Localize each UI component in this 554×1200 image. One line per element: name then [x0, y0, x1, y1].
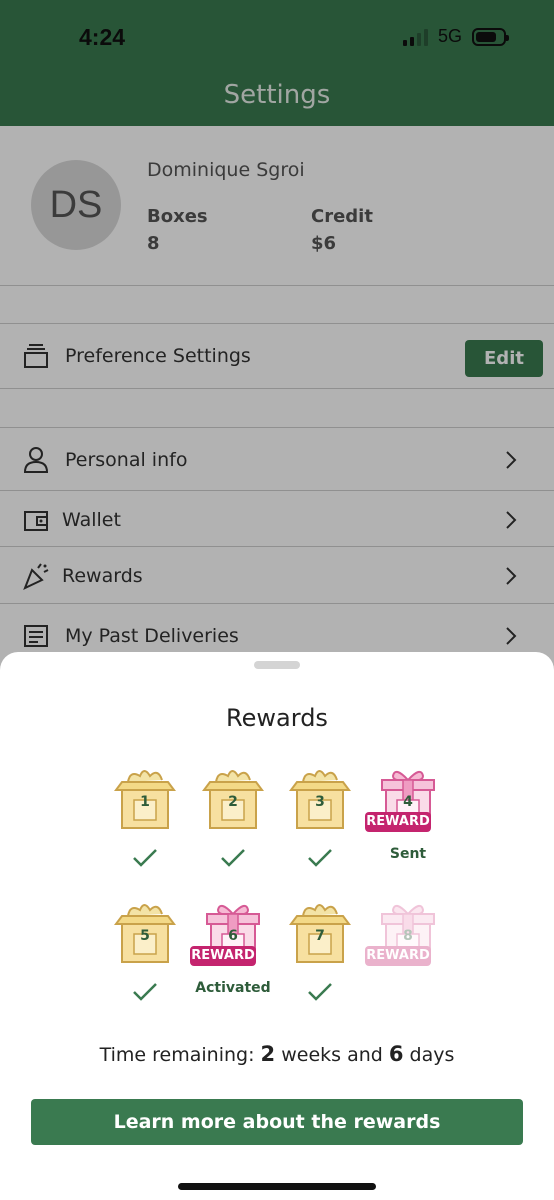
reward-status: Sent	[389, 846, 427, 862]
home-indicator	[178, 1183, 376, 1190]
time-remaining: Time remaining: 2 weeks and 6 days	[0, 1042, 554, 1066]
box-number: 3	[315, 794, 325, 810]
reward-status: Activated	[195, 980, 271, 996]
rewards-sheet: Rewards 1 2 3 4 REWARD Sent 5 6 REWARD Activated 7…	[0, 652, 554, 1200]
sheet-grabber[interactable]	[254, 661, 300, 669]
delivery-box-7: 7	[285, 898, 355, 968]
checkmark-icon	[307, 982, 333, 1002]
reward-badge: REWARD	[365, 946, 431, 966]
sheet-title: Rewards	[226, 704, 328, 732]
box-number: 8	[403, 928, 413, 944]
reward-gift-4: 4 REWARD	[365, 764, 443, 834]
delivery-box-3: 3	[285, 764, 355, 834]
time-days-label: days	[403, 1044, 455, 1066]
time-days: 6	[388, 1042, 404, 1066]
reward-badge: REWARD	[365, 812, 431, 832]
box-number: 5	[140, 928, 150, 944]
box-number: 7	[315, 928, 325, 944]
reward-gift-6: 6 REWARD	[190, 898, 268, 968]
time-weeks: 2	[260, 1042, 276, 1066]
learn-more-button[interactable]: Learn more about the rewards	[31, 1099, 523, 1145]
checkmark-icon	[220, 848, 246, 868]
checkmark-icon	[132, 982, 158, 1002]
delivery-box-1: 1	[110, 764, 180, 834]
checkmark-icon	[132, 848, 158, 868]
time-weeks-label: weeks and	[275, 1044, 389, 1066]
checkmark-icon	[307, 848, 333, 868]
box-number: 2	[228, 794, 238, 810]
delivery-box-5: 5	[110, 898, 180, 968]
time-prefix: Time remaining:	[99, 1044, 261, 1066]
box-number: 1	[140, 794, 150, 810]
box-number: 4	[403, 794, 413, 810]
delivery-box-2: 2	[198, 764, 268, 834]
reward-gift-8: 8 REWARD	[365, 898, 443, 968]
reward-badge: REWARD	[190, 946, 256, 966]
box-number: 6	[228, 928, 238, 944]
